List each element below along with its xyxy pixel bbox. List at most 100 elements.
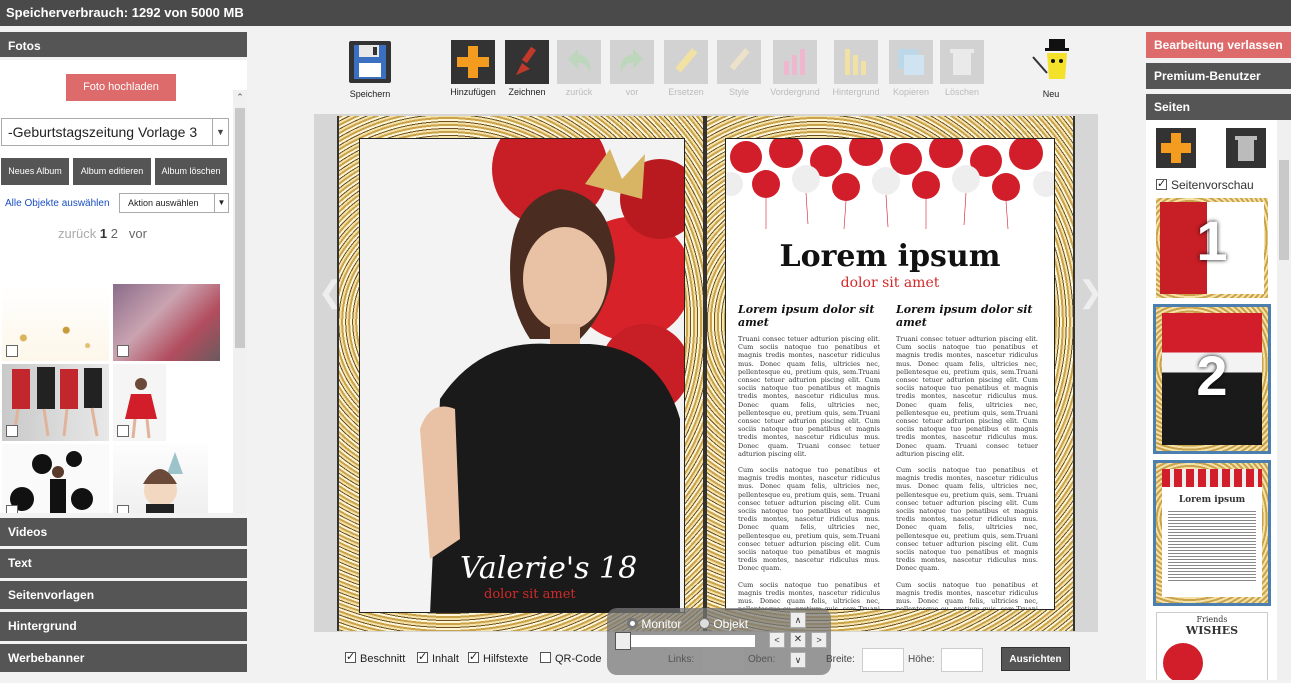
- scrollbar-thumb[interactable]: [1279, 160, 1289, 260]
- chevron-down-icon[interactable]: ∨: [790, 652, 806, 668]
- delete-album-button[interactable]: Album löschen: [155, 158, 227, 185]
- chevron-down-icon[interactable]: ▼: [214, 194, 228, 212]
- album-select[interactable]: -Geburtstagszeitung Vorlage 3 ▼: [1, 118, 229, 146]
- page-thumb-1[interactable]: 1: [1156, 198, 1268, 298]
- delete-page-button[interactable]: [1226, 128, 1266, 168]
- section-background[interactable]: Hintergrund: [0, 612, 247, 644]
- section-videos[interactable]: Videos: [0, 518, 247, 549]
- photo-pager: zurück 1 2 vor: [58, 226, 147, 241]
- portrait-photo[interactable]: [360, 139, 685, 613]
- content-checkbox[interactable]: [417, 650, 428, 663]
- photo-thumb[interactable]: [113, 364, 166, 441]
- helptexts-checkbox[interactable]: [468, 650, 479, 663]
- scrollbar-thumb[interactable]: [235, 108, 245, 348]
- style-button[interactable]: Style: [716, 40, 762, 97]
- left-input[interactable]: [702, 648, 744, 672]
- page-right-subtitle[interactable]: dolor sit amet: [726, 275, 1054, 291]
- section-page-templates[interactable]: Seitenvorlagen: [0, 581, 247, 612]
- photo-thumb[interactable]: [2, 284, 109, 361]
- panel-header-fotos[interactable]: Fotos: [0, 32, 247, 60]
- chevron-right-icon[interactable]: ❯: [1078, 275, 1103, 310]
- option-content[interactable]: Inhalt: [417, 650, 459, 665]
- page-left[interactable]: Valerie's 18 dolor sit amet: [339, 116, 703, 631]
- new-button[interactable]: Neu: [1025, 39, 1077, 99]
- undo-button[interactable]: zurück: [557, 40, 601, 97]
- width-input[interactable]: [862, 648, 904, 672]
- page-thumb-3[interactable]: Lorem ipsum: [1153, 460, 1271, 606]
- page-left-content: Valerie's 18 dolor sit amet: [359, 138, 685, 613]
- action-select[interactable]: Aktion auswählen ▼: [119, 193, 229, 213]
- premium-user-button[interactable]: Premium-Benutzer: [1146, 63, 1291, 89]
- size-slider[interactable]: [615, 632, 755, 650]
- page-left-subtitle[interactable]: dolor sit amet: [484, 587, 576, 602]
- bring-forward-icon: [773, 40, 817, 84]
- exit-edit-button[interactable]: Bearbeitung verlassen: [1146, 32, 1291, 58]
- object-radio[interactable]: [699, 618, 710, 629]
- background-button[interactable]: Hintergrund: [829, 40, 883, 97]
- photo-thumb[interactable]: [113, 444, 208, 513]
- select-all-link[interactable]: Alle Objekte auswählen: [5, 198, 110, 209]
- close-icon[interactable]: ✕: [790, 632, 806, 648]
- redo-button[interactable]: vor: [610, 40, 654, 97]
- chevron-up-icon[interactable]: ⌃: [233, 92, 247, 103]
- chevron-down-icon[interactable]: ▼: [212, 119, 228, 145]
- draw-button[interactable]: Zeichnen: [504, 40, 550, 97]
- pages-header[interactable]: Seiten: [1146, 94, 1291, 120]
- option-qrcode[interactable]: QR-Code: [540, 652, 601, 665]
- balloons-image[interactable]: [726, 139, 1055, 229]
- section-banners[interactable]: Werbebanner: [0, 644, 247, 675]
- copy-button[interactable]: Kopieren: [887, 40, 935, 97]
- photos-vertical-scrollbar[interactable]: ⌃ ⌄: [233, 90, 247, 513]
- page-thumb-number: 1: [1196, 209, 1228, 272]
- pager-prev[interactable]: zurück: [58, 226, 96, 241]
- edit-album-button[interactable]: Album editieren: [73, 158, 151, 185]
- photo-thumb[interactable]: [2, 364, 109, 441]
- page-right-title[interactable]: Lorem ipsum: [726, 239, 1054, 274]
- photo-thumb[interactable]: [2, 444, 109, 513]
- chevron-right-icon[interactable]: >: [811, 632, 827, 648]
- replace-button[interactable]: Ersetzen: [663, 40, 709, 97]
- pages-scrollbar[interactable]: [1277, 120, 1291, 680]
- page-right[interactable]: Lorem ipsum dolor sit amet Lorem ipsum d…: [707, 116, 1073, 631]
- save-button[interactable]: Speichern: [346, 40, 394, 99]
- mode-monitor[interactable]: Monitor: [627, 617, 681, 631]
- photo-thumb[interactable]: [113, 284, 220, 361]
- option-helptexts[interactable]: Hilfstexte: [468, 650, 528, 665]
- photo-checkbox[interactable]: [6, 425, 18, 437]
- section-text[interactable]: Text: [0, 549, 247, 581]
- chevron-down-icon[interactable]: ⌄: [233, 507, 247, 513]
- pager-page-2[interactable]: 2: [111, 226, 118, 241]
- option-bleed[interactable]: Beschnitt: [345, 650, 405, 665]
- chevron-left-icon[interactable]: <: [769, 632, 785, 648]
- photo-checkbox[interactable]: [117, 505, 129, 513]
- monitor-radio[interactable]: [627, 618, 638, 629]
- page-thumb-4[interactable]: Friends WISHES: [1156, 612, 1268, 680]
- page-thumb-subtitle: WISHES: [1185, 624, 1239, 637]
- text-column-1[interactable]: Lorem ipsum dolor sit amet Truani consec…: [738, 303, 880, 610]
- slider-handle[interactable]: [615, 632, 631, 650]
- delete-button[interactable]: Löschen: [939, 40, 985, 97]
- mode-object[interactable]: Objekt: [699, 617, 748, 631]
- page-left-name[interactable]: Valerie's 18: [460, 551, 637, 586]
- photo-checkbox[interactable]: [6, 345, 18, 357]
- foreground-button[interactable]: Vordergrund: [766, 40, 824, 97]
- pager-next[interactable]: vor: [129, 226, 147, 241]
- text-column-2[interactable]: Lorem ipsum dolor sit amet Truani consec…: [896, 303, 1038, 609]
- height-input[interactable]: [941, 648, 983, 672]
- chevron-up-icon[interactable]: ∧: [790, 612, 806, 628]
- page-preview-toggle[interactable]: Seitenvorschau: [1156, 177, 1254, 192]
- photo-checkbox[interactable]: [6, 505, 18, 513]
- qrcode-checkbox[interactable]: [540, 652, 551, 663]
- add-page-button[interactable]: [1156, 128, 1196, 168]
- new-album-button[interactable]: Neues Album: [1, 158, 69, 185]
- photo-checkbox[interactable]: [117, 345, 129, 357]
- add-button[interactable]: Hinzufügen: [448, 40, 498, 97]
- page-preview-checkbox[interactable]: [1156, 177, 1167, 190]
- page-thumb-2[interactable]: 2: [1153, 304, 1271, 454]
- bleed-checkbox[interactable]: [345, 650, 356, 663]
- pager-page-1[interactable]: 1: [100, 226, 107, 241]
- upload-photo-button[interactable]: Foto hochladen: [66, 74, 176, 101]
- paragraph: Cum sociis natoque tuo penatibus et magn…: [738, 580, 880, 610]
- align-button[interactable]: Ausrichten: [1001, 647, 1070, 671]
- photo-checkbox[interactable]: [117, 425, 129, 437]
